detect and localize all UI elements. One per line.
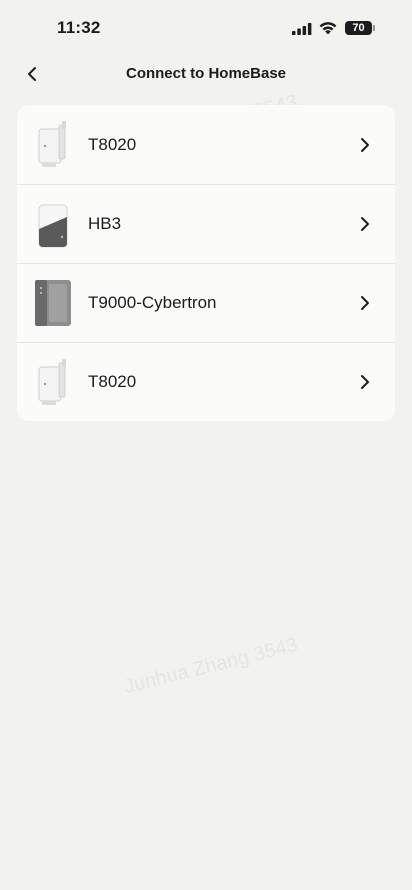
watermark: Junhua Zhang 3543 — [121, 633, 300, 699]
signal-icon — [292, 23, 312, 35]
device-row-t8020[interactable]: T8020 — [17, 105, 395, 184]
device-list: T8020 HB3 T9000-Cybertron T8020 — [17, 105, 395, 421]
nav-bar: Connect to HomeBase — [0, 56, 412, 92]
connect-to-homebase-screen: Junhua Zhang 3543 Junhua Zhang 3543 Junh… — [0, 0, 412, 890]
homebase-t8020-icon — [38, 121, 66, 167]
battery-icon: 70 — [345, 21, 375, 35]
battery-level: 70 — [352, 22, 365, 34]
device-row-hb3[interactable]: HB3 — [17, 184, 395, 263]
status-bar: 11:32 70 — [0, 0, 412, 56]
device-name: T8020 — [88, 372, 137, 391]
chevron-right-icon — [361, 296, 369, 310]
chevron-right-icon — [361, 137, 369, 152]
chevron-right-icon — [361, 217, 369, 231]
device-row-t9000-cybertron[interactable]: T9000-Cybertron — [17, 263, 395, 342]
device-name: T8020 — [88, 134, 137, 154]
status-time: 11:32 — [57, 18, 101, 37]
chevron-right-icon — [361, 375, 369, 389]
homebase-t9000-icon — [35, 280, 71, 326]
device-row-t8020[interactable]: T8020 — [17, 342, 395, 421]
homebase-t8020-icon — [38, 359, 66, 405]
wifi-icon — [319, 22, 337, 35]
battery-cap — [373, 25, 375, 31]
homebase-hb3-icon — [38, 204, 68, 248]
device-name: T9000-Cybertron — [88, 293, 217, 312]
page-title: Connect to HomeBase — [125, 65, 287, 82]
device-name: HB3 — [88, 214, 122, 233]
